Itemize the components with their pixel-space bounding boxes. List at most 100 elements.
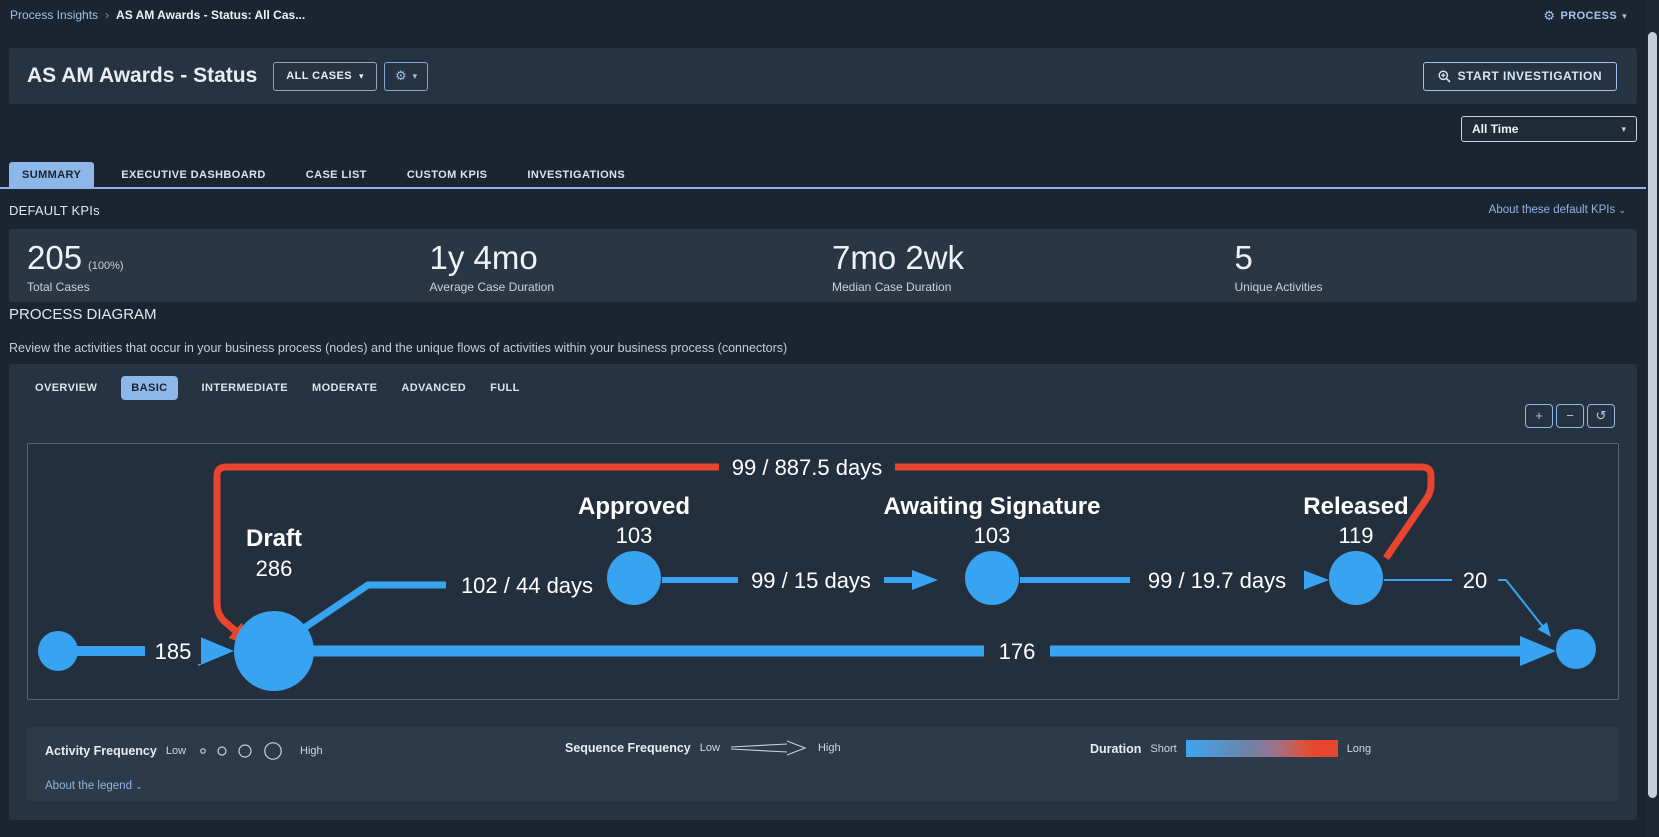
start-node[interactable] [38, 631, 78, 671]
about-default-kpis-label: About these default KPIs [1489, 204, 1616, 216]
all-cases-label: ALL CASES [286, 70, 352, 82]
legend-duration-short: Short [1150, 743, 1176, 755]
edge-released-to-draft-rework[interactable] [217, 467, 1431, 633]
start-investigation-button[interactable]: START INVESTIGATION [1423, 62, 1617, 91]
diagram-zoom-controls: + − ↺ [1525, 404, 1615, 428]
legend-activity-high: High [300, 745, 323, 757]
zoom-out-button[interactable]: − [1556, 404, 1584, 428]
awaiting-signature-node-label: Awaiting Signature [884, 493, 1101, 520]
legend-sequence-low: Low [700, 742, 720, 754]
kpi-average-duration: 1y 4mo Average Case Duration [430, 241, 833, 302]
released-node-count: 119 [1338, 523, 1373, 548]
chevron-down-icon: ▾ [1621, 124, 1626, 135]
legend-duration-long: Long [1347, 743, 1371, 755]
header-card: AS AM Awards - Status ALL CASES ▾ ⚙ ▾ ST… [9, 48, 1637, 104]
scrollbar-thumb[interactable] [1648, 32, 1657, 798]
kpi-total-cases: 205 (100%) Total Cases [27, 241, 430, 302]
settings-dropdown-button[interactable]: ⚙ ▾ [384, 62, 428, 91]
kpi-value: 7mo 2wk [832, 241, 1235, 276]
all-cases-dropdown[interactable]: ALL CASES ▾ [273, 62, 377, 91]
zoom-in-button[interactable]: + [1525, 404, 1553, 428]
default-kpis-heading: DEFAULT KPIs [9, 203, 100, 218]
gear-icon: ⚙ [1543, 8, 1555, 24]
sequence-frequency-arrow-icon [729, 740, 809, 756]
kpi-label: Median Case Duration [832, 280, 1235, 294]
edge-label-draft-to-approved: 102 / 44 days [461, 573, 593, 598]
kpi-value: 1y 4mo [430, 241, 833, 276]
chevron-down-icon: ▾ [413, 71, 418, 82]
about-legend-link[interactable]: About the legend ⌄ [45, 780, 143, 792]
tab-executive-dashboard[interactable]: EXECUTIVE DASHBOARD [108, 162, 279, 187]
awaiting-signature-node[interactable] [965, 551, 1019, 605]
kpi-value: 5 [1235, 241, 1638, 276]
activity-frequency-scale-icon [195, 740, 291, 762]
gear-icon: ⚙ [395, 68, 407, 84]
process-diagram-heading: PROCESS DIAGRAM [9, 306, 157, 323]
edge-label-start-to-draft: 185 [155, 639, 192, 664]
about-legend-label: About the legend [45, 780, 132, 792]
detail-tab-moderate[interactable]: MODERATE [312, 376, 377, 400]
search-plus-icon [1438, 70, 1451, 83]
detail-tab-intermediate[interactable]: INTERMEDIATE [202, 376, 288, 400]
chevron-down-icon: ⌄ [1618, 205, 1626, 215]
tab-summary[interactable]: SUMMARY [9, 162, 94, 187]
edge-label-released-to-draft-rework: 99 / 887.5 days [732, 455, 882, 480]
legend-sequence-high: High [818, 742, 841, 754]
kpi-unique-activities: 5 Unique Activities [1235, 241, 1638, 302]
end-node[interactable] [1556, 629, 1596, 669]
tab-custom-kpis[interactable]: CUSTOM KPIS [394, 162, 501, 187]
process-diagram-description: Review the activities that occur in your… [9, 341, 787, 355]
detail-tab-basic[interactable]: BASIC [121, 376, 177, 400]
legend-activity-label: Activity Frequency [45, 744, 157, 758]
detail-tab-full[interactable]: FULL [490, 376, 520, 400]
approved-node-label: Approved [578, 493, 690, 520]
time-filter-select[interactable]: All Time ▾ [1461, 116, 1637, 142]
chevron-down-icon: ▾ [1622, 11, 1627, 22]
draft-node-label: Draft [246, 525, 302, 552]
detail-tab-overview[interactable]: OVERVIEW [35, 376, 97, 400]
breadcrumb-current: AS AM Awards - Status: All Cas... [116, 8, 305, 22]
tab-case-list[interactable]: CASE LIST [293, 162, 380, 187]
process-menu-button[interactable]: ⚙ PROCESS ▾ [1543, 8, 1627, 24]
breadcrumb-link-process-insights[interactable]: Process Insights [10, 8, 98, 22]
edge-label-approved-to-awaiting: 99 / 15 days [751, 568, 871, 593]
kpi-value: 205 (100%) [27, 241, 430, 276]
approved-node-count: 103 [616, 523, 653, 548]
process-diagram-card: OVERVIEW BASIC INTERMEDIATE MODERATE ADV… [9, 364, 1637, 820]
draft-node[interactable] [234, 611, 314, 691]
kpi-label: Unique Activities [1235, 280, 1638, 294]
kpi-number: 205 [27, 239, 82, 276]
released-node[interactable] [1329, 551, 1383, 605]
about-default-kpis-link[interactable]: About these default KPIs ⌄ [1489, 204, 1626, 216]
awaiting-signature-node-count: 103 [974, 523, 1011, 548]
duration-gradient-icon [1186, 740, 1338, 757]
start-investigation-label: START INVESTIGATION [1458, 69, 1602, 83]
top-bar: Process Insights › AS AM Awards - Status… [0, 0, 1659, 30]
process-menu-label: PROCESS [1560, 10, 1617, 22]
time-filter-value: All Time [1472, 122, 1621, 136]
kpi-label: Average Case Duration [430, 280, 833, 294]
legend-duration: Duration Short Long [1090, 740, 1371, 757]
page-title: AS AM Awards - Status [27, 64, 257, 88]
edge-label-awaiting-to-released: 99 / 19.7 days [1148, 568, 1286, 593]
chevron-down-icon: ▾ [359, 71, 364, 82]
approved-node[interactable] [607, 551, 661, 605]
zoom-reset-button[interactable]: ↺ [1587, 404, 1615, 428]
kpi-median-duration: 7mo 2wk Median Case Duration [832, 241, 1235, 302]
legend-duration-label: Duration [1090, 742, 1141, 756]
draft-node-count: 286 [256, 556, 293, 581]
main-tab-bar: SUMMARY EXECUTIVE DASHBOARD CASE LIST CU… [0, 161, 1646, 189]
chevron-down-icon: ⌄ [135, 781, 143, 791]
process-diagram-canvas[interactable]: 185 176 102 / 44 days 99 / 15 days 99 / … [27, 443, 1619, 700]
detail-tab-advanced[interactable]: ADVANCED [401, 376, 466, 400]
diagram-legend: Activity Frequency Low High Sequence Fre… [27, 727, 1619, 801]
kpi-percent: (100%) [88, 260, 123, 272]
breadcrumb-separator-icon: › [105, 8, 109, 22]
kpi-label: Total Cases [27, 280, 430, 294]
diagram-detail-tabs: OVERVIEW BASIC INTERMEDIATE MODERATE ADV… [35, 376, 520, 400]
tab-investigations[interactable]: INVESTIGATIONS [514, 162, 638, 187]
legend-activity-frequency: Activity Frequency Low High [45, 740, 323, 762]
default-kpis-header-row: DEFAULT KPIs About these default KPIs ⌄ [9, 202, 1637, 222]
scrollbar-track[interactable] [1646, 0, 1659, 837]
edge-label-released-to-end: 20 [1463, 568, 1487, 593]
